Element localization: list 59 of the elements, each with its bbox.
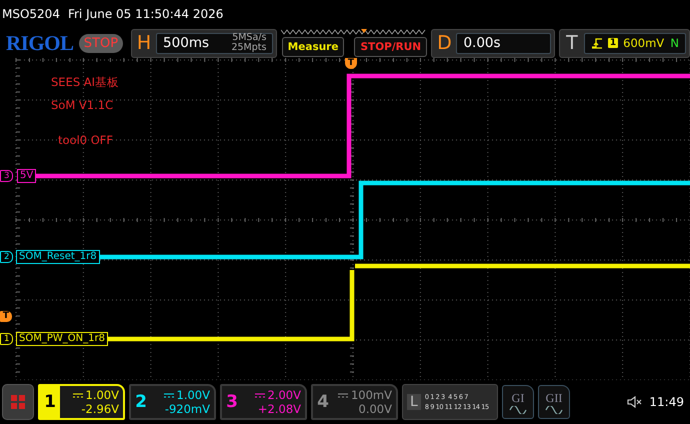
vertical-offset: -920mV xyxy=(164,402,210,416)
sine-wave-icon xyxy=(509,406,527,414)
channel-number: 3 xyxy=(225,391,239,414)
stop-run-button[interactable]: STOP/RUN xyxy=(354,37,428,57)
menu-button[interactable] xyxy=(2,384,34,420)
horizontal-panel[interactable]: H 500ms 5MSa/s 25Mpts xyxy=(131,28,278,58)
annotation-text: SoM V1.1C xyxy=(51,98,114,112)
vertical-scale: 1.00V xyxy=(86,388,119,402)
trace-label: SOM_PW_ON_1r8 xyxy=(16,332,108,346)
channel-number: 2 xyxy=(134,391,148,414)
vertical-scale: 100mV xyxy=(350,388,392,402)
trigger-level-marker[interactable]: T xyxy=(0,311,12,322)
rising-edge-icon xyxy=(590,37,603,49)
dc-coupling-icon xyxy=(72,392,83,398)
channel-marker[interactable]: 1 xyxy=(0,333,14,345)
channel-panel[interactable]: 1 1.00V -2.96V xyxy=(38,384,125,420)
channel-marker[interactable]: 3 xyxy=(0,170,14,182)
channel-panel[interactable]: 2 1.00V -920mV xyxy=(129,384,216,420)
trace-label: 5V xyxy=(17,169,36,183)
dc-coupling-icon xyxy=(164,392,174,398)
trigger-source: 1 xyxy=(608,38,618,48)
mute-icon[interactable] xyxy=(627,396,644,408)
brand-logo: RIGOL xyxy=(6,30,75,56)
clock-time: 11:49 xyxy=(649,395,684,409)
annotation-text: tool0 OFF xyxy=(58,133,114,147)
trigger-position-marker[interactable]: T xyxy=(345,58,357,69)
trace-label: SOM_Reset_1r8 xyxy=(16,250,100,264)
vertical-offset: +2.08V xyxy=(258,402,301,416)
date-time: Fri June 05 11:50:44 2026 xyxy=(68,7,224,21)
trigger-mode: N xyxy=(670,36,679,50)
logic-key: L xyxy=(407,394,421,410)
measure-button[interactable]: Measure xyxy=(282,37,344,57)
dc-coupling-icon xyxy=(254,392,265,398)
generator-button[interactable]: GII xyxy=(538,385,570,419)
vertical-scale: 1.00V xyxy=(176,388,210,402)
channel-panel[interactable]: 3 2.00V +2.08V xyxy=(220,384,307,420)
delay-panel[interactable]: D 0.00s xyxy=(431,28,555,58)
channel-number: 4 xyxy=(316,391,330,414)
channel-number: 1 xyxy=(40,386,60,418)
trigger-level: 600mV xyxy=(623,36,664,50)
panel-key: H xyxy=(135,32,154,54)
vertical-scale: 2.00V xyxy=(268,388,301,402)
channel-marker[interactable]: 2 xyxy=(0,251,14,263)
delay-value: 0.00s xyxy=(463,35,501,51)
vertical-offset: -2.96V xyxy=(81,402,119,416)
trigger-panel[interactable]: T 1 600mV N xyxy=(558,28,690,58)
sample-rate: 5MSa/s xyxy=(232,33,266,43)
timebase-value: 500ms xyxy=(163,35,209,51)
channel-panel[interactable]: 4 100mV 0.00V xyxy=(311,384,398,420)
vertical-offset: 0.00V xyxy=(358,402,392,416)
memory-depth: 25Mpts xyxy=(231,43,266,53)
annotation-text: SEES AI基板 xyxy=(51,75,120,90)
dc-coupling-icon xyxy=(338,392,348,398)
sine-wave-icon xyxy=(545,406,563,414)
panel-key: D xyxy=(435,32,454,54)
generator-button[interactable]: GI xyxy=(502,385,534,419)
panel-key: T xyxy=(562,32,581,54)
model-name: MSO5204 xyxy=(2,7,60,21)
grid-icon xyxy=(10,394,26,410)
